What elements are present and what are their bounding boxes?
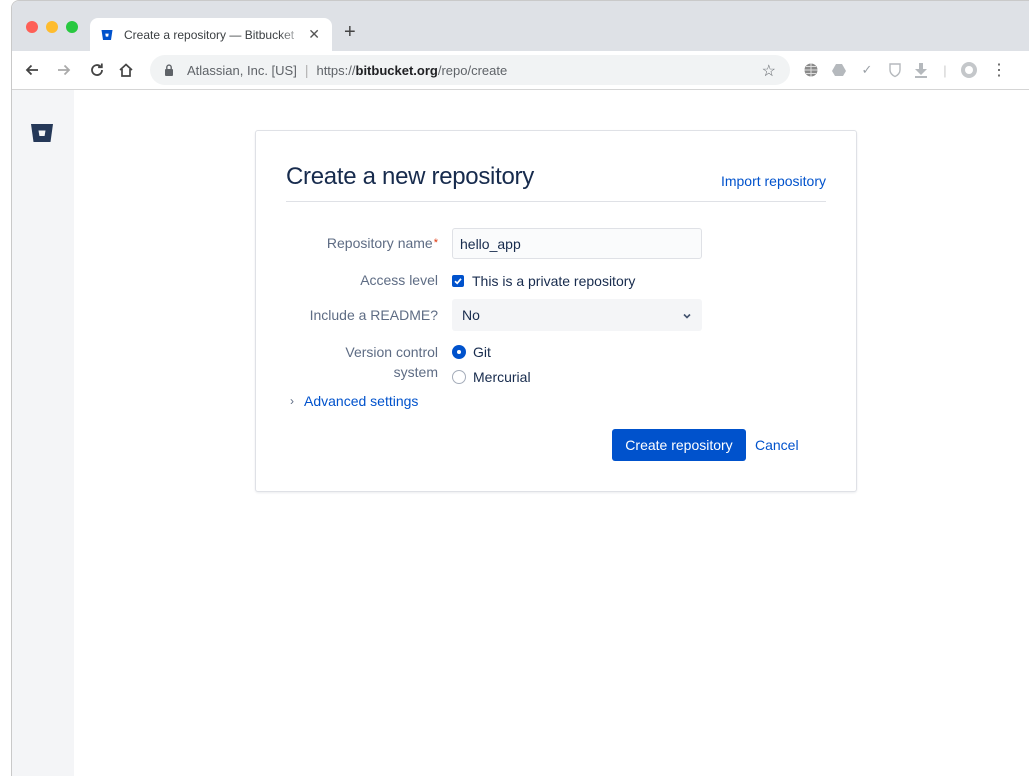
extension-download-icon[interactable] <box>912 61 930 79</box>
browser-tab[interactable]: Create a repository — Bitbucket ✕ <box>90 18 332 51</box>
advanced-settings-toggle[interactable]: › Advanced settings <box>290 393 418 409</box>
mercurial-radio-label: Mercurial <box>473 369 531 385</box>
extension-drive-icon[interactable] <box>830 61 848 79</box>
browser-window: Create a repository — Bitbucket ✕ + Atla… <box>11 0 1029 776</box>
tab-close-icon[interactable]: ✕ <box>308 26 320 42</box>
new-tab-button[interactable]: + <box>344 21 356 43</box>
toolbar-divider: | <box>943 62 947 78</box>
readme-label: Include a README? <box>309 307 438 323</box>
extension-check-icon[interactable]: ✓ <box>858 61 876 79</box>
readme-selected-value: No <box>462 307 480 323</box>
tab-title: Create a repository — Bitbucket <box>124 27 295 42</box>
global-sidebar <box>12 90 74 776</box>
private-repo-checkbox[interactable] <box>452 275 464 287</box>
git-radio-label: Git <box>473 344 491 360</box>
bitbucket-favicon-icon <box>101 29 113 41</box>
browser-toolbar: Atlassian, Inc. [US] | https://bitbucket… <box>12 51 1029 90</box>
chevron-right-icon: › <box>290 394 294 408</box>
create-repository-card: Create a new repository Import repositor… <box>255 130 857 492</box>
git-radio[interactable] <box>452 345 466 359</box>
advanced-settings-label: Advanced settings <box>304 393 419 409</box>
back-arrow-icon[interactable] <box>22 60 42 80</box>
site-identity: Atlassian, Inc. [US] <box>187 62 297 78</box>
desktop-edge <box>0 0 11 775</box>
create-repository-button[interactable]: Create repository <box>612 429 746 461</box>
bookmark-star-icon[interactable]: ☆ <box>762 61 776 81</box>
title-divider <box>286 201 826 202</box>
menu-kebab-icon[interactable]: ⋮ <box>990 61 1008 79</box>
import-repository-link[interactable]: Import repository <box>721 173 826 189</box>
repo-name-input[interactable] <box>452 228 702 259</box>
page-title: Create a new repository <box>286 163 534 190</box>
private-repo-checkbox-row[interactable]: This is a private repository <box>452 273 635 289</box>
home-icon[interactable] <box>116 60 136 80</box>
omnibox-separator: | <box>304 62 309 78</box>
forward-arrow-icon[interactable] <box>54 60 74 80</box>
minimize-window-button[interactable] <box>46 21 58 33</box>
lock-icon <box>164 63 176 77</box>
profile-avatar-icon[interactable] <box>960 61 978 79</box>
reload-icon[interactable] <box>87 60 107 80</box>
mercurial-radio[interactable] <box>452 370 466 384</box>
chevron-down-icon <box>682 308 692 326</box>
page-content: Create a new repository Import repositor… <box>12 90 1029 776</box>
zoom-window-button[interactable] <box>66 21 78 33</box>
cancel-link[interactable]: Cancel <box>755 437 799 453</box>
required-marker: * <box>433 237 438 249</box>
vcs-label: Version control system <box>345 344 438 380</box>
access-level-label: Access level <box>360 272 438 288</box>
address-bar[interactable]: Atlassian, Inc. [US] | https://bitbucket… <box>150 55 790 85</box>
close-window-button[interactable] <box>26 21 38 33</box>
vcs-option-mercurial[interactable]: Mercurial <box>452 369 531 385</box>
readme-select[interactable]: No <box>452 299 702 331</box>
extension-shield-icon[interactable] <box>886 61 904 79</box>
bitbucket-logo-icon[interactable] <box>30 123 54 148</box>
repo-name-label: Repository name* <box>326 235 438 251</box>
tab-strip: Create a repository — Bitbucket ✕ + <box>12 1 1029 51</box>
vcs-option-git[interactable]: Git <box>452 344 491 360</box>
private-repo-label: This is a private repository <box>472 273 636 289</box>
url-text: https://bitbucket.org/repo/create <box>316 62 508 78</box>
window-controls <box>26 21 78 33</box>
extension-globe-icon[interactable] <box>802 61 820 79</box>
